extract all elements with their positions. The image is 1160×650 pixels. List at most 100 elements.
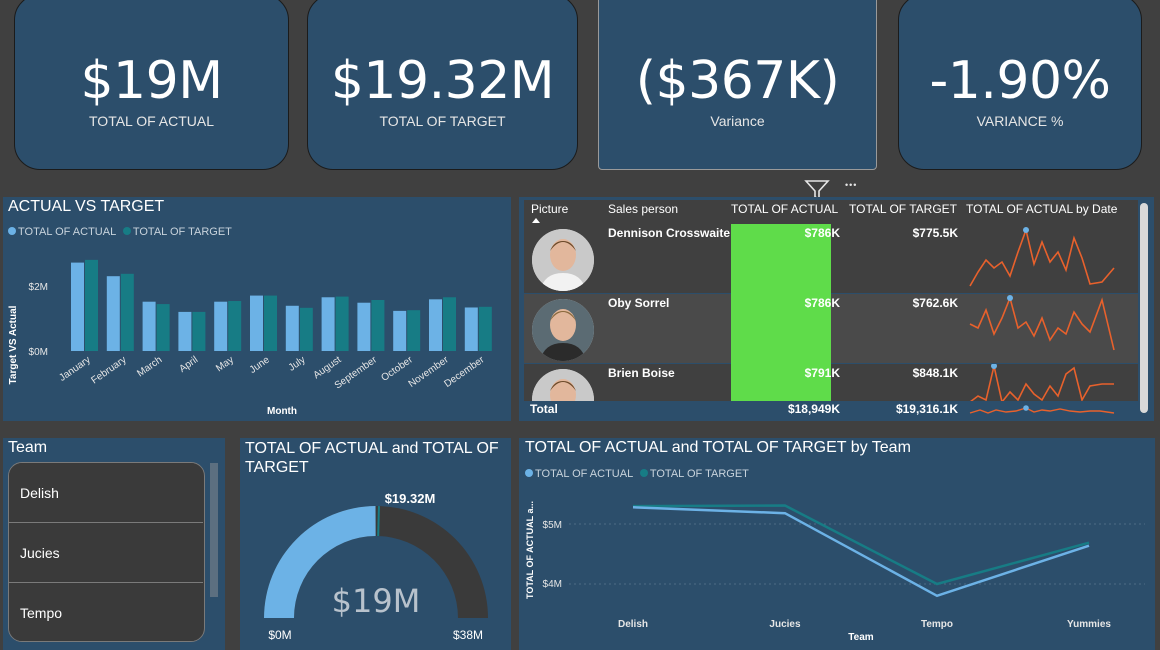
total-target: $19,316.1K [895, 402, 958, 416]
bar-target[interactable] [371, 300, 385, 351]
actual-by-date-sparkline [969, 227, 1115, 287]
header-label: Picture [531, 202, 569, 216]
bar-actual[interactable] [214, 301, 228, 351]
team-line-chart: TOTAL OF ACTUAL a... $5M $4M Team Delish… [525, 501, 1145, 643]
sparkline-highlight [991, 364, 997, 369]
actual-by-date-sparkline [969, 295, 1115, 351]
line-target[interactable] [632, 504, 1090, 586]
sales-table: Picture Sales person TOTAL OF ACTUAL TOT… [524, 200, 1138, 418]
y-tick: $2M [29, 282, 48, 293]
bar-target[interactable] [192, 311, 206, 351]
slicer-item-label: Tempo [20, 605, 63, 621]
slicer-item-label: Delish [20, 485, 59, 501]
y-axis-label: Target VS Actual [8, 305, 19, 384]
kpi-value: $19.32M [330, 51, 555, 111]
gauge-target-label: $19.32M [385, 491, 436, 506]
bar-actual[interactable] [142, 301, 156, 351]
total-label: Total [530, 402, 558, 416]
bar-target[interactable] [228, 301, 242, 351]
column-header-sales-person[interactable]: Sales person [608, 200, 728, 224]
slicer-item-delish[interactable]: Delish [9, 463, 203, 523]
bar-actual[interactable] [357, 302, 371, 351]
column-header-target[interactable]: TOTAL OF TARGET [849, 200, 961, 224]
bar-actual[interactable] [178, 311, 192, 351]
x-tick-label: February [89, 354, 128, 386]
gauge-value: $19M [332, 582, 421, 620]
x-tick-label: Yummies [1067, 619, 1111, 630]
slicer-item-jucies[interactable]: Jucies [9, 523, 203, 583]
bar-actual[interactable] [393, 310, 407, 351]
target-value: $848.1K [912, 366, 958, 380]
x-tick-label: January [57, 354, 92, 383]
bar-target[interactable] [443, 297, 456, 351]
sort-asc-icon [532, 218, 540, 223]
table-scrollbar[interactable] [1140, 203, 1148, 413]
table-row[interactable]: Dennison Crosswaite $786K $775.5K [524, 224, 1138, 294]
target-value: $775.5K [912, 226, 958, 240]
x-tick-label: May [214, 354, 236, 374]
sparkline-path [969, 227, 1115, 287]
sparkline-highlight [1023, 227, 1029, 233]
x-axis-label: Month [267, 406, 297, 417]
bar-target[interactable] [156, 304, 170, 351]
sparkline-path [969, 365, 1114, 404]
kpi-card-variance-pct[interactable]: -1.90% VARIANCE % [898, 0, 1142, 170]
team-slicer-panel: Team Delish Jucies Tempo [3, 438, 225, 650]
x-tick-label: December [442, 354, 487, 390]
bar-actual[interactable] [106, 276, 120, 351]
slicer-item-tempo[interactable]: Tempo [9, 583, 203, 641]
avatar [532, 229, 594, 291]
x-tick-label: Delish [618, 619, 648, 630]
team-line-panel: TOTAL OF ACTUAL and TOTAL OF TARGET by T… [519, 438, 1155, 650]
column-header-actual[interactable]: TOTAL OF ACTUAL [731, 200, 841, 224]
x-tick-label: July [287, 354, 308, 373]
y-tick: $0M [29, 347, 48, 358]
x-tick-label: April [177, 354, 200, 374]
sales-person-name: Dennison Crosswaite [608, 226, 731, 240]
kpi-label: Variance [710, 113, 765, 129]
kpi-value: ($367K) [635, 51, 840, 111]
column-header-picture[interactable]: Picture [531, 200, 601, 224]
bar-actual[interactable] [250, 295, 263, 351]
slicer-scrollbar[interactable] [210, 463, 218, 597]
table-total-row: Total $18,949K $19,316.1K [524, 401, 1138, 419]
sparkline-highlight [1007, 295, 1013, 301]
column-header-actual-by-date[interactable]: TOTAL OF ACTUAL by Date [966, 200, 1136, 224]
bar-target[interactable] [264, 295, 277, 351]
kpi-card-actual[interactable]: $19M TOTAL OF ACTUAL [14, 0, 289, 170]
bar-target[interactable] [85, 259, 98, 351]
actual-vs-target-panel: ACTUAL VS TARGET TOTAL OF ACTUAL TOTAL O… [3, 197, 511, 421]
sales-person-name: Oby Sorrel [608, 296, 670, 310]
gauge-target-marker [377, 506, 380, 537]
gauge-panel: TOTAL OF ACTUAL and TOTAL OF TARGET $19.… [240, 438, 511, 650]
y-axis-label: TOTAL OF ACTUAL a... [525, 501, 535, 599]
bar-target[interactable] [407, 310, 421, 351]
kpi-value: $19M [80, 51, 223, 111]
bar-target[interactable] [120, 273, 134, 351]
actual-value: $786K [804, 226, 840, 240]
slicer-list: Delish Jucies Tempo [8, 462, 205, 642]
bar-actual[interactable] [464, 307, 478, 351]
slicer-title: Team [8, 439, 48, 456]
kpi-card-target[interactable]: $19.32M TOTAL OF TARGET [307, 0, 578, 170]
bar-target[interactable] [478, 306, 492, 351]
table-row[interactable]: Oby Sorrel $786K $762.6K [524, 294, 1138, 364]
bar-actual[interactable] [429, 299, 442, 351]
line-actual[interactable] [632, 506, 1090, 598]
kpi-label: VARIANCE % [976, 113, 1064, 129]
y-tick: $5M [543, 520, 562, 531]
sales-person-name: Brien Boise [608, 366, 675, 380]
bar-target[interactable] [335, 296, 349, 351]
kpi-card-variance[interactable]: ($367K) Variance [598, 0, 877, 170]
sparkline-path [969, 295, 1115, 351]
actual-value: $791K [804, 366, 840, 380]
x-tick-label: June [248, 354, 272, 376]
bar-target[interactable] [299, 307, 313, 351]
bar-actual[interactable] [321, 297, 335, 351]
x-tick-label: Tempo [921, 619, 953, 630]
x-axis-label: Team [848, 632, 873, 643]
kpi-label: TOTAL OF TARGET [379, 113, 506, 129]
bar-actual[interactable] [285, 305, 299, 351]
more-options-icon[interactable]: ••• [845, 180, 857, 190]
bar-actual[interactable] [71, 262, 84, 351]
